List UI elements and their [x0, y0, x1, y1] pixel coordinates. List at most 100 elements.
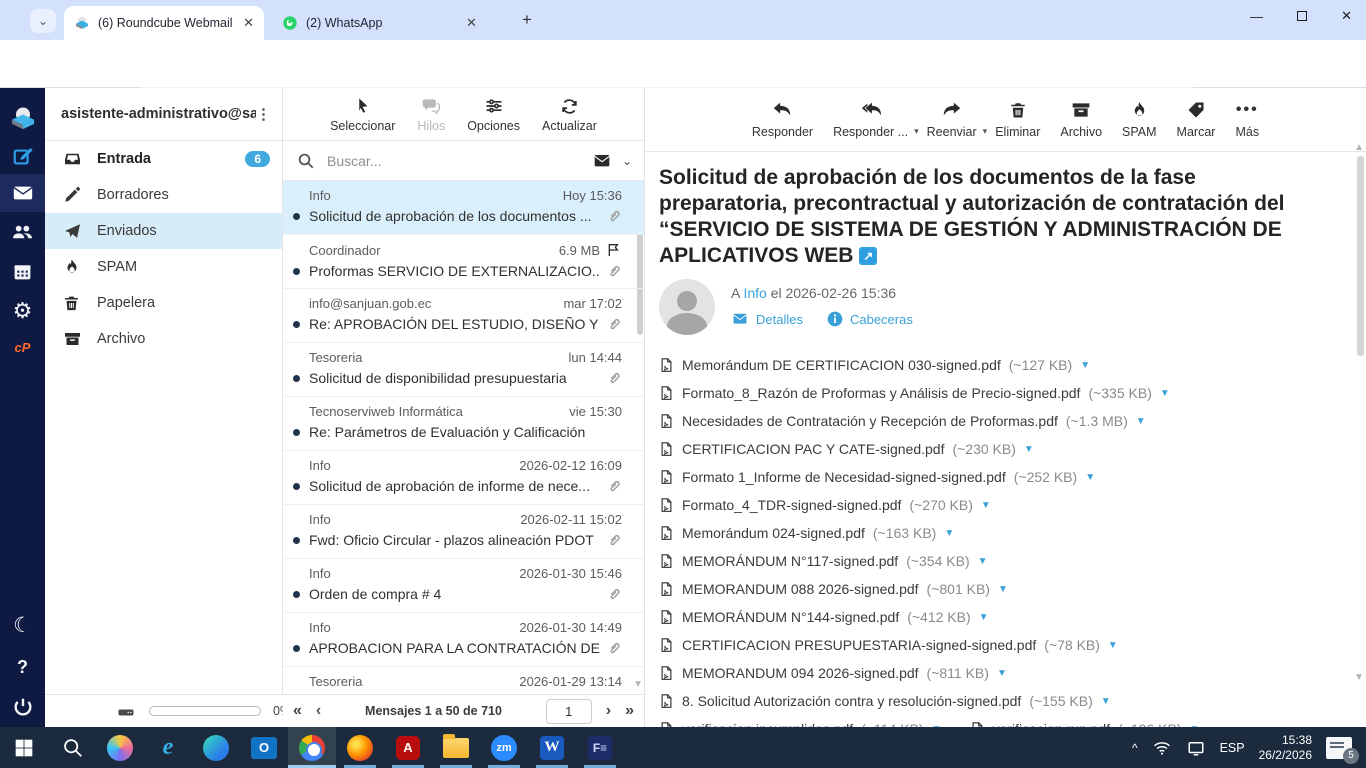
zoom-button[interactable]: zm — [480, 727, 528, 768]
attachment-item[interactable]: Formato_4_TDR-signed-signed.pdf (~270 KB… — [659, 491, 1019, 519]
archive-button[interactable]: Archivo — [1060, 98, 1102, 139]
attachment-item[interactable]: verificacion rup.pdf (~136 KB) ▼ — [970, 715, 1228, 727]
contacts-icon[interactable] — [0, 214, 45, 248]
browser-tab-whatsapp[interactable]: (2) WhatsApp ✕ — [272, 6, 502, 40]
message-row[interactable]: Tecnoserviweb Informática vie 15:30 Re: … — [283, 397, 644, 451]
attachment-menu-caret-icon[interactable]: ▼ — [1085, 472, 1095, 483]
message-row[interactable]: Info Hoy 15:36 Solicitud de aprobación d… — [283, 181, 644, 235]
attachment-menu-caret-icon[interactable]: ▼ — [1024, 444, 1034, 455]
delete-button[interactable]: Eliminar — [995, 98, 1040, 139]
mark-button[interactable]: Marcar — [1177, 98, 1216, 139]
threads-button[interactable]: Hilos — [417, 95, 445, 133]
spam-button[interactable]: SPAM — [1122, 98, 1157, 139]
more-button[interactable]: ••• Más — [1235, 98, 1259, 139]
tray-chevron-icon[interactable]: ^ — [1132, 741, 1138, 755]
browser-tab-roundcube[interactable]: (6) Roundcube Webmail :: Envia ✕ — [64, 6, 264, 40]
attachment-item[interactable]: MEMORÁNDUM N°117-signed.pdf (~354 KB) ▼ — [659, 547, 1341, 575]
attachment-item[interactable]: Formato 1_Informe de Necesidad-signed-si… — [659, 463, 1341, 491]
attachment-item[interactable]: CERTIFICACION PAC Y CATE-signed.pdf (~23… — [659, 435, 1341, 463]
forward-caret-icon[interactable]: ▾ — [983, 126, 988, 137]
recipient-link[interactable]: Info — [743, 285, 766, 301]
tab-close-icon[interactable]: ✕ — [466, 15, 477, 31]
attachment-menu-caret-icon[interactable]: ▼ — [1108, 640, 1118, 651]
message-row[interactable]: Tesoreria lun 14:44 Solicitud de disponi… — [283, 343, 644, 397]
attachment-item[interactable]: CERTIFICACION PRESUPUESTARIA-signed-sign… — [659, 631, 1341, 659]
prev-page-button[interactable]: ‹ — [316, 702, 321, 720]
taskbar-clock[interactable]: 15:38 26/2/2026 — [1259, 733, 1312, 763]
reply-button[interactable]: Responder — [752, 98, 813, 139]
message-row[interactable]: Info 2026-02-11 15:02 Fwd: Oficio Circul… — [283, 505, 644, 559]
cast-display-icon[interactable] — [1186, 739, 1206, 757]
chrome-button[interactable] — [288, 727, 336, 768]
message-row[interactable]: info@sanjuan.gob.ec mar 17:02 Re: APROBA… — [283, 289, 644, 343]
first-page-button[interactable]: « — [293, 702, 302, 720]
account-menu-kebab-icon[interactable]: ⋮ — [256, 105, 272, 123]
folder-archivo[interactable]: Archivo — [45, 321, 282, 357]
tab-close-icon[interactable]: ✕ — [243, 15, 254, 31]
dark-mode-moon-icon[interactable]: ☾ — [0, 608, 45, 642]
settings-gear-icon[interactable]: ⚙ — [0, 294, 45, 328]
forward-button[interactable]: Reenviar — [927, 98, 977, 139]
attachment-item[interactable]: Formato_8_Razón de Proformas y Análisis … — [659, 379, 1341, 407]
copilot-button[interactable] — [96, 727, 144, 768]
internet-explorer-button[interactable]: e — [144, 727, 192, 768]
reply-all-button[interactable]: Responder ... — [833, 98, 908, 139]
calendar-icon[interactable] — [0, 254, 45, 288]
message-row[interactable]: Info 2026-01-30 15:46 Orden de compra # … — [283, 559, 644, 613]
attachment-menu-caret-icon[interactable]: ▼ — [981, 500, 991, 511]
edge-button[interactable] — [192, 727, 240, 768]
message-row[interactable]: Info 2026-01-30 14:49 APROBACION PARA LA… — [283, 613, 644, 667]
acrobat-button[interactable]: A — [384, 727, 432, 768]
attachment-menu-caret-icon[interactable]: ▼ — [944, 528, 954, 539]
message-row[interactable]: Coordinador 6.9 MB Proformas SERVICIO DE… — [283, 235, 644, 289]
window-restore-button[interactable] — [1297, 11, 1307, 21]
folder-enviados[interactable]: Enviados — [45, 213, 282, 249]
attachment-menu-caret-icon[interactable]: ▼ — [1160, 388, 1170, 399]
new-tab-button[interactable]: + — [522, 10, 532, 30]
search-input[interactable] — [325, 152, 582, 170]
attachment-item[interactable]: MEMORÁNDUM N°144-signed.pdf (~412 KB) ▼ — [659, 603, 1341, 631]
refresh-button[interactable]: Actualizar — [542, 95, 597, 133]
reader-scroll-down-icon[interactable]: ▼ — [1354, 672, 1364, 683]
folder-spam[interactable]: SPAM — [45, 249, 282, 285]
language-indicator[interactable]: ESP — [1220, 741, 1245, 755]
search-options-chevron-icon[interactable]: ⌄ — [622, 154, 632, 168]
attachment-menu-caret-icon[interactable]: ▼ — [978, 556, 988, 567]
wifi-icon[interactable] — [1152, 739, 1172, 757]
last-page-button[interactable]: » — [625, 702, 634, 720]
mail-section-icon[interactable] — [0, 176, 45, 210]
search-scope-envelope-icon[interactable] — [592, 153, 612, 169]
attachment-item[interactable]: Necesidades de Contratación y Recepción … — [659, 407, 1341, 435]
open-in-new-window-icon[interactable]: ↗ — [859, 247, 877, 265]
headers-toggle[interactable]: Cabeceras — [827, 311, 913, 327]
attachment-menu-caret-icon[interactable]: ▼ — [1101, 696, 1111, 707]
folder-entrada[interactable]: Entrada 6 — [45, 141, 282, 177]
attachment-item[interactable]: verificacion incumplidos.pdf (~114 KB) ▼ — [659, 715, 970, 727]
attachment-item[interactable]: MEMORANDUM 094 2026-signed.pdf (~811 KB)… — [659, 659, 1341, 687]
folder-papelera[interactable]: Papelera — [45, 285, 282, 321]
attachment-menu-caret-icon[interactable]: ▼ — [979, 612, 989, 623]
fesw-app-button[interactable]: F≡ — [576, 727, 624, 768]
reply-all-caret-icon[interactable]: ▾ — [914, 126, 919, 137]
word-button[interactable]: W — [528, 727, 576, 768]
options-button[interactable]: Opciones — [467, 95, 520, 133]
help-question-icon[interactable]: ? — [0, 650, 45, 684]
outlook-button[interactable]: O — [240, 727, 288, 768]
attachment-menu-caret-icon[interactable]: ▼ — [997, 668, 1007, 679]
attachment-item[interactable]: Memorándum DE CERTIFICACION 030-signed.p… — [659, 351, 1341, 379]
file-explorer-button[interactable] — [432, 727, 480, 768]
attachment-menu-caret-icon[interactable]: ▼ — [1080, 360, 1090, 371]
notification-center-icon[interactable]: 5 — [1326, 737, 1352, 759]
start-button[interactable] — [0, 727, 48, 768]
taskbar-search-button[interactable] — [48, 727, 96, 768]
message-row[interactable]: Tesoreria 2026-01-29 13:14 — [283, 667, 644, 694]
attachment-menu-caret-icon[interactable]: ▼ — [1136, 416, 1146, 427]
attachment-menu-caret-icon[interactable]: ▼ — [998, 584, 1008, 595]
firefox-button[interactable] — [336, 727, 384, 768]
compose-icon[interactable] — [0, 140, 45, 174]
next-page-button[interactable]: › — [606, 702, 611, 720]
select-button[interactable]: Seleccionar — [330, 95, 395, 133]
page-number-input[interactable] — [546, 699, 592, 724]
reader-scrollbar-thumb[interactable] — [1357, 156, 1364, 356]
attachment-item[interactable]: 8. Solicitud Autorización contra y resol… — [659, 687, 1341, 715]
